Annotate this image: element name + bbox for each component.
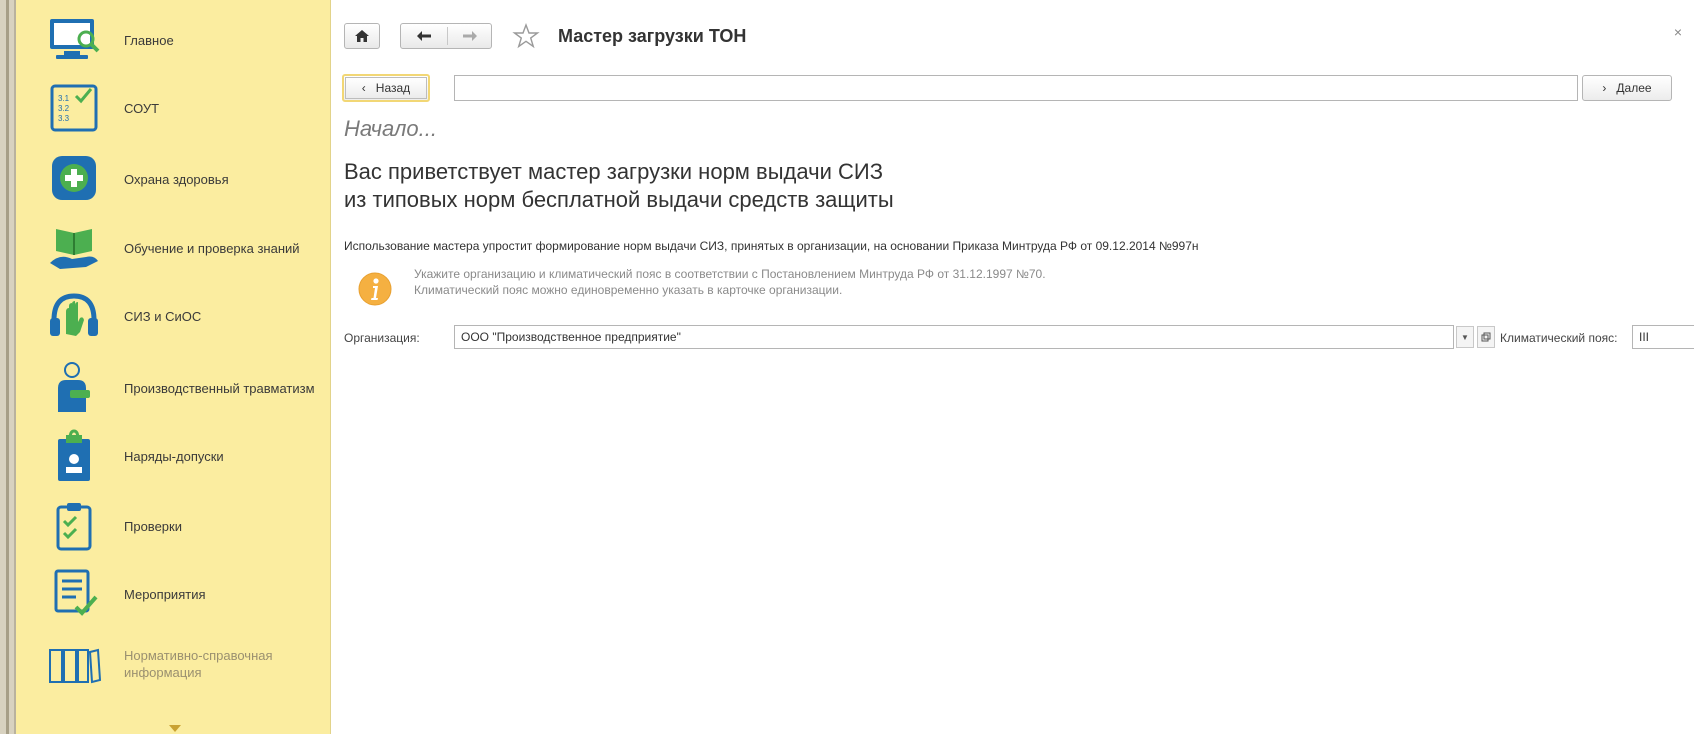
sidebar-item-label: Проверки (124, 518, 182, 534)
history-navigation (400, 23, 492, 49)
wizard-description: Использование мастера упростит формирова… (344, 239, 1199, 253)
sidebar: Главное 3.1 3.2 3.3 СОУТ Охрана здоровья (16, 0, 331, 734)
sidebar-item-inspections[interactable]: Проверки (16, 492, 330, 560)
open-link-icon (1481, 332, 1491, 342)
chevron-down-icon: ▼ (1461, 332, 1469, 342)
sidebar-item-ppe[interactable]: СИЗ и СиОС (16, 282, 330, 350)
sidebar-item-label: СИЗ и СиОС (124, 308, 202, 324)
protection-headphones-icon (44, 288, 104, 344)
sidebar-item-injuries[interactable]: Производственный травматизм (16, 354, 330, 422)
chevron-right-icon: › (1602, 81, 1607, 95)
sidebar-item-health[interactable]: Охрана здоровья (16, 145, 330, 213)
home-button[interactable] (344, 23, 380, 49)
chevron-left-icon: ‹ (361, 81, 366, 95)
sidebar-item-label: Производственный травматизм (124, 380, 315, 396)
sidebar-item-label: СОУТ (124, 100, 160, 116)
sidebar-item-label: Мероприятия (124, 586, 206, 602)
sidebar-item-permits[interactable]: Наряды-допуски (16, 422, 330, 490)
sidebar-item-label: Обучение и проверка знаний (124, 240, 300, 256)
sidebar-item-reference[interactable]: Нормативно-справочная информация (16, 630, 330, 698)
sidebar-item-main[interactable]: Главное (16, 6, 330, 74)
forward-history-button[interactable] (447, 24, 493, 48)
svg-text:3.1: 3.1 (58, 94, 70, 103)
wizard-progress-bar (454, 75, 1578, 101)
monitor-search-icon (44, 12, 104, 68)
injured-worker-icon (44, 360, 104, 416)
welcome-heading-line: из типовых норм бесплатной выдачи средст… (344, 187, 894, 212)
arrow-right-icon (463, 31, 477, 41)
next-button[interactable]: › Далее (1582, 75, 1672, 101)
back-button[interactable]: ‹ Назад (342, 74, 430, 102)
step-title: Начало... (344, 116, 438, 141)
document-check-icon (44, 566, 104, 622)
svg-text:3.2: 3.2 (58, 104, 70, 113)
scroll-down-icon[interactable] (168, 724, 182, 734)
arrow-left-icon (417, 31, 431, 41)
info-icon (358, 272, 392, 306)
organization-label: Организация: (344, 331, 420, 345)
welcome-heading-line: Вас приветствует мастер загрузки норм вы… (344, 159, 883, 184)
clipboard-check-icon (44, 498, 104, 554)
next-button-label: Далее (1616, 81, 1652, 95)
back-button-label: Назад (375, 81, 411, 95)
binders-icon (44, 636, 104, 692)
close-icon[interactable]: × (1674, 24, 1682, 40)
hint-text: Укажите организацию и климатический пояс… (414, 266, 1046, 298)
welcome-heading: Вас приветствует мастер загрузки норм вы… (344, 158, 894, 214)
climate-zone-input[interactable]: III (1632, 325, 1694, 349)
sidebar-item-label: Охрана здоровья (124, 171, 229, 187)
sidebar-item-label: Нормативно-справочная информация (124, 648, 273, 680)
medical-cross-icon (44, 151, 104, 207)
svg-text:3.3: 3.3 (58, 114, 70, 123)
sidebar-item-label: Главное (124, 32, 174, 48)
organization-input[interactable]: ООО "Производственное предприятие" (454, 325, 1454, 349)
sidebar-item-training[interactable]: Обучение и проверка знаний (16, 214, 330, 282)
window-edge (0, 0, 16, 734)
book-hand-icon (44, 220, 104, 276)
locked-clipboard-icon (44, 428, 104, 484)
organization-dropdown-button[interactable]: ▼ (1456, 326, 1474, 348)
page-title: Мастер загрузки ТОН (558, 26, 747, 46)
home-icon (355, 30, 369, 42)
organization-open-button[interactable] (1477, 326, 1495, 348)
main-panel: Мастер загрузки ТОН × ‹ Назад › Далее На… (332, 0, 1694, 734)
climate-zone-label: Климатический пояс: (1500, 331, 1618, 345)
sidebar-item-label: Наряды-допуски (124, 448, 224, 464)
sidebar-item-activities[interactable]: Мероприятия (16, 560, 330, 628)
back-history-button[interactable] (401, 24, 447, 48)
checklist-numbers-icon: 3.1 3.2 3.3 (44, 80, 104, 136)
sidebar-item-sout[interactable]: 3.1 3.2 3.3 СОУТ (16, 74, 330, 142)
favorite-star-icon[interactable] (512, 22, 540, 50)
hint-line: Климатический пояс можно единовременно у… (414, 283, 843, 297)
hint-line: Укажите организацию и климатический пояс… (414, 267, 1046, 281)
